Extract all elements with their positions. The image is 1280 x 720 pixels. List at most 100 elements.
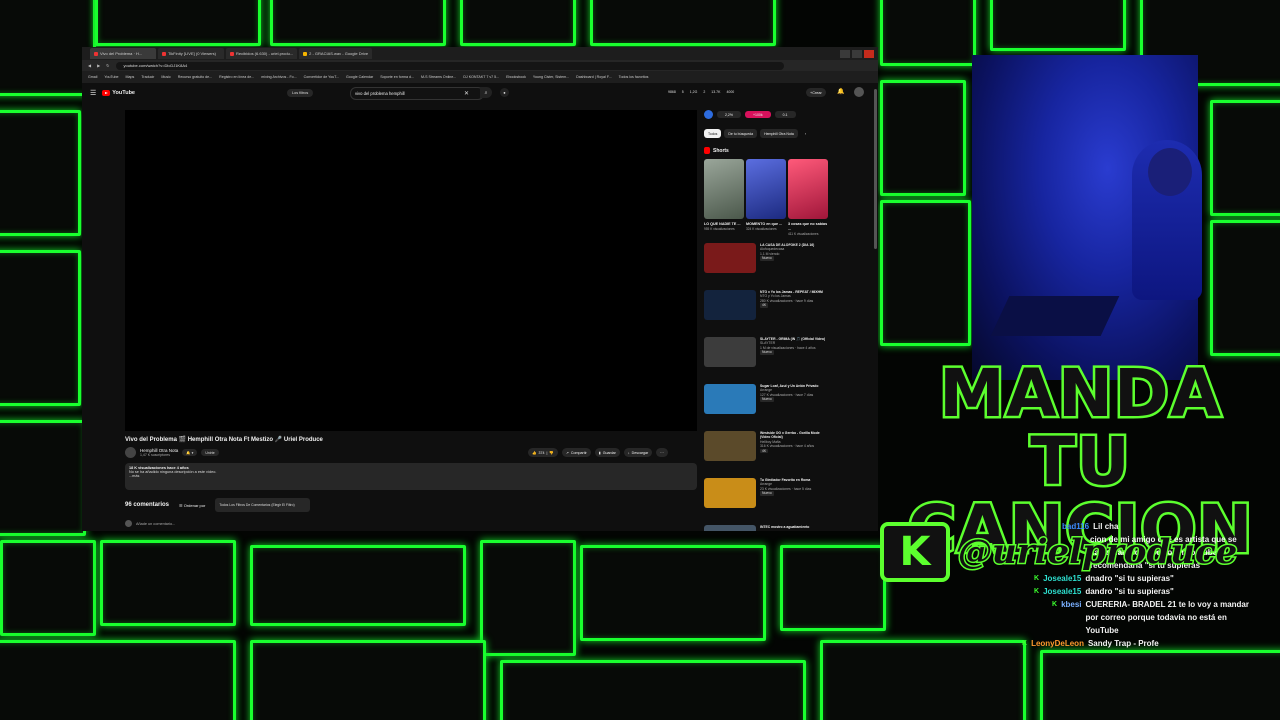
kick-logo-icon: K xyxy=(880,522,950,582)
create-button[interactable]: + Crear xyxy=(806,88,826,97)
short-item[interactable]: 3 cosas que no sabías ... 411 K visualiz… xyxy=(788,159,828,237)
short-thumbnail[interactable] xyxy=(746,159,786,219)
recommended-video[interactable]: INTEC mostro a aguatiamiento xyxy=(704,524,830,531)
comment-filter-select[interactable]: Todos Los Filtros De Comentarios (Elegir… xyxy=(215,498,311,512)
search-button[interactable]: ⌕ xyxy=(480,87,492,98)
drive-tab-icon xyxy=(303,51,308,56)
chevron-right-icon[interactable]: › xyxy=(801,129,810,138)
description-box[interactable]: 18 K visualizaciones hace 4 años No se h… xyxy=(125,463,697,490)
voice-search-icon[interactable]: ● xyxy=(500,88,509,97)
more-actions-button[interactable]: ⋯ xyxy=(656,448,668,457)
clear-search-icon[interactable]: ✕ xyxy=(464,90,469,97)
chip-from-search[interactable]: De tu búsqueda xyxy=(724,129,758,138)
bookmark-item[interactable]: Todos los favoritos xyxy=(619,75,649,79)
like-button[interactable]: 👍 374 | 👎 xyxy=(528,448,558,457)
tab-youtube[interactable]: Vivo del Problema · H... xyxy=(90,48,156,59)
bookmark-item[interactable]: DJ KONTAKT 7 v7 5... xyxy=(463,75,499,79)
bookmark-item[interactable]: Soporte en forma d... xyxy=(380,75,414,79)
recommended-video[interactable]: SLAYTER - GRIMA (IN 🎵 (Official Video) SL… xyxy=(704,336,830,378)
recommended-video[interactable]: NTO x Yo los Jamas - REPEAT / MIXHM NTO y… xyxy=(704,289,830,331)
recommended-video[interactable]: Westside OG x Gerrbo - Gorilla Mode (Vid… xyxy=(704,430,830,472)
short-item[interactable]: LO QUE NADIE TE ... 955 K visualizacione… xyxy=(704,159,744,237)
short-item[interactable]: MOMENTO en que ... 324 K visualizaciones xyxy=(746,159,786,237)
short-thumbnail[interactable] xyxy=(704,159,744,219)
chip-all[interactable]: Todos xyxy=(704,129,722,138)
bookmark-item[interactable]: Gmail xyxy=(88,75,97,79)
youtube-header: ☰ YouTube Los filtros vivo del problema … xyxy=(82,83,878,103)
bookmark-item[interactable]: Maps xyxy=(126,75,135,79)
bookmark-item[interactable]: Ebooksbook xyxy=(506,75,526,79)
bookmark-item[interactable]: mixing Archivos - Fo... xyxy=(261,75,296,79)
ad-pill[interactable]: +100k xyxy=(744,111,771,118)
forward-icon[interactable]: ▶ xyxy=(97,63,100,68)
filters-pill[interactable]: Los filtros xyxy=(287,89,314,97)
channel-subscribers: 1,47 K suscriptores xyxy=(140,453,170,457)
search-input[interactable]: vivo del problema hemphill ✕ xyxy=(350,87,484,100)
streamer-head-image xyxy=(1148,148,1192,196)
sort-button[interactable]: ☰ Ordenar por xyxy=(179,503,205,508)
recommended-video[interactable]: LA CASA DE ALOFOKE 2 (DIA 16) Alofoquedec… xyxy=(704,242,830,284)
tab-bar: Vivo del Problema · H... TikFinity [LIVE… xyxy=(82,47,878,60)
tikfinity-tab-icon xyxy=(162,51,166,56)
extension-ad-bar: 2,2% +100k 0.1 xyxy=(704,110,830,119)
bookmark-item[interactable]: Young Cister, Sistem... xyxy=(533,75,569,79)
maximize-button[interactable] xyxy=(852,49,862,58)
bookmark-item[interactable]: Convertidor de YouT... xyxy=(304,75,339,79)
youtube-play-icon xyxy=(102,90,111,96)
extension-icon[interactable] xyxy=(704,110,713,119)
tab-tikfinity[interactable]: TikFinity [LIVE] (0 Viewers) xyxy=(158,48,224,59)
download-icon: ↓ xyxy=(627,450,630,455)
back-icon[interactable]: ◀ xyxy=(88,63,91,68)
share-button[interactable]: ↗ Compartir xyxy=(561,448,591,457)
video-thumbnail[interactable] xyxy=(704,336,756,367)
ad-pill[interactable]: 0.1 xyxy=(774,111,796,118)
minimize-button[interactable] xyxy=(840,49,850,58)
bookmark-item[interactable]: Recurso gratuito de... xyxy=(178,75,212,79)
video-title: Vivo del Problema 🎬 Hemphill Otra Nota F… xyxy=(125,437,323,443)
recommended-video[interactable]: Sugar Loaf, Azul y Un Avión Privado Arran… xyxy=(704,383,830,425)
download-button[interactable]: ↓ Descargar xyxy=(623,448,653,457)
bookmark-item[interactable]: Google Calendar xyxy=(346,75,373,79)
bookmark-item[interactable]: Registro en línea de... xyxy=(219,75,254,79)
reload-icon[interactable]: ↻ xyxy=(106,63,109,68)
user-avatar xyxy=(125,520,132,527)
thumbs-down-icon: 👎 xyxy=(549,450,554,455)
channel-avatar[interactable] xyxy=(125,447,136,458)
video-thumbnail[interactable] xyxy=(704,242,756,273)
recommended-video[interactable]: Tu Glediador Favorito en Roma Arrange 23 K… xyxy=(704,477,830,519)
chat-message: K LeonyDeLeon Sandy Trap - Profe xyxy=(1022,639,1159,648)
chip-channel[interactable]: Hemphill Otra Nota xyxy=(760,129,798,138)
save-button[interactable]: ▮ Guardar xyxy=(594,448,620,457)
youtube-logo[interactable]: YouTube xyxy=(102,90,135,96)
page-scrollbar[interactable] xyxy=(874,89,877,249)
video-thumbnail[interactable] xyxy=(704,430,756,461)
subscribe-bell-button[interactable]: 🔔 ▾ xyxy=(182,449,198,456)
add-comment-input[interactable]: Añade un comentario... xyxy=(136,522,175,526)
url-field[interactable]: youtube.com/watch?v=DlcDJ1K8A4 xyxy=(115,61,784,70)
short-thumbnail[interactable] xyxy=(788,159,828,219)
description-more[interactable]: ...más xyxy=(129,474,693,478)
bookmark-icon: ▮ xyxy=(598,450,601,455)
comment-count: 96 comentarios xyxy=(125,502,170,508)
notifications-bell-icon[interactable]: 🔔 xyxy=(837,88,844,95)
bookmark-item[interactable]: Music xyxy=(161,75,170,79)
tab-gmail[interactable]: Recibidos (6.630) - uriel.produ... xyxy=(226,48,298,59)
share-icon: ↗ xyxy=(565,450,569,455)
bookmark-item[interactable]: YouTube xyxy=(104,75,118,79)
video-thumbnail[interactable] xyxy=(704,477,756,508)
youtube-tab-icon xyxy=(94,51,98,56)
hamburger-menu-icon[interactable]: ☰ xyxy=(90,89,96,97)
tab-drive[interactable]: 2 - GRACIAS.wav - Google Drive xyxy=(299,48,373,59)
video-thumbnail[interactable] xyxy=(704,383,756,414)
video-thumbnail[interactable] xyxy=(704,289,756,320)
bookmark-item[interactable]: Dashboard | Royal F... xyxy=(576,75,612,79)
close-window-button[interactable] xyxy=(864,49,874,58)
video-thumbnail[interactable] xyxy=(704,524,756,531)
chat-message: Kkbesi CUERERIA- BRADEL 21 te lo voy a ma… xyxy=(1052,600,1249,635)
account-avatar[interactable] xyxy=(854,87,864,97)
join-button[interactable]: Unirte xyxy=(201,449,219,456)
bookmark-item[interactable]: Traducir xyxy=(141,75,154,79)
bookmark-item[interactable]: M-S Streams Online... xyxy=(421,75,456,79)
video-player[interactable] xyxy=(125,110,697,431)
ad-pill[interactable]: 2,2% xyxy=(717,111,741,118)
